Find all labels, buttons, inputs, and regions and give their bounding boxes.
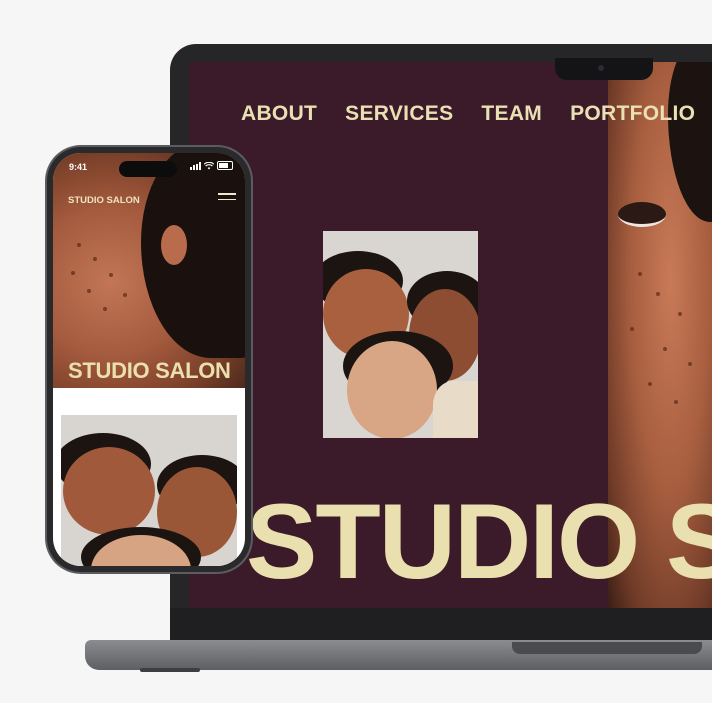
wifi-icon xyxy=(204,162,214,170)
signal-icon xyxy=(190,162,201,170)
phone-frame: 9:41 STUDIO SALON STUDIO SALON xyxy=(47,147,251,572)
nav-services[interactable]: SERVICES xyxy=(345,102,453,126)
phone-site: 9:41 STUDIO SALON STUDIO SALON xyxy=(53,153,245,566)
battery-icon xyxy=(217,161,233,170)
phone-group-image xyxy=(61,415,237,566)
phone-brand[interactable]: STUDIO SALON xyxy=(68,195,140,206)
hamburger-menu-icon[interactable] xyxy=(218,193,236,205)
nav-team[interactable]: TEAM xyxy=(481,102,542,126)
nav-about[interactable]: ABOUT xyxy=(241,102,317,126)
dynamic-island xyxy=(119,161,177,177)
phone-hero-image xyxy=(53,153,245,388)
status-time: 9:41 xyxy=(69,162,88,172)
phone-hero-title: STUDIO SALON xyxy=(68,358,231,383)
desktop-title-clip: STUDIO SALON xyxy=(189,62,712,608)
status-icons xyxy=(190,161,233,170)
laptop-foot xyxy=(140,668,200,672)
camera-icon xyxy=(598,65,604,71)
desktop-hero-title: STUDIO SALON xyxy=(246,481,712,601)
status-bar: 9:41 xyxy=(53,153,245,177)
camera-notch xyxy=(555,58,653,80)
trackpad-notch xyxy=(512,642,702,654)
desktop-nav: ABOUT SERVICES TEAM PORTFOLIO xyxy=(241,102,695,126)
nav-portfolio[interactable]: PORTFOLIO xyxy=(570,102,695,126)
